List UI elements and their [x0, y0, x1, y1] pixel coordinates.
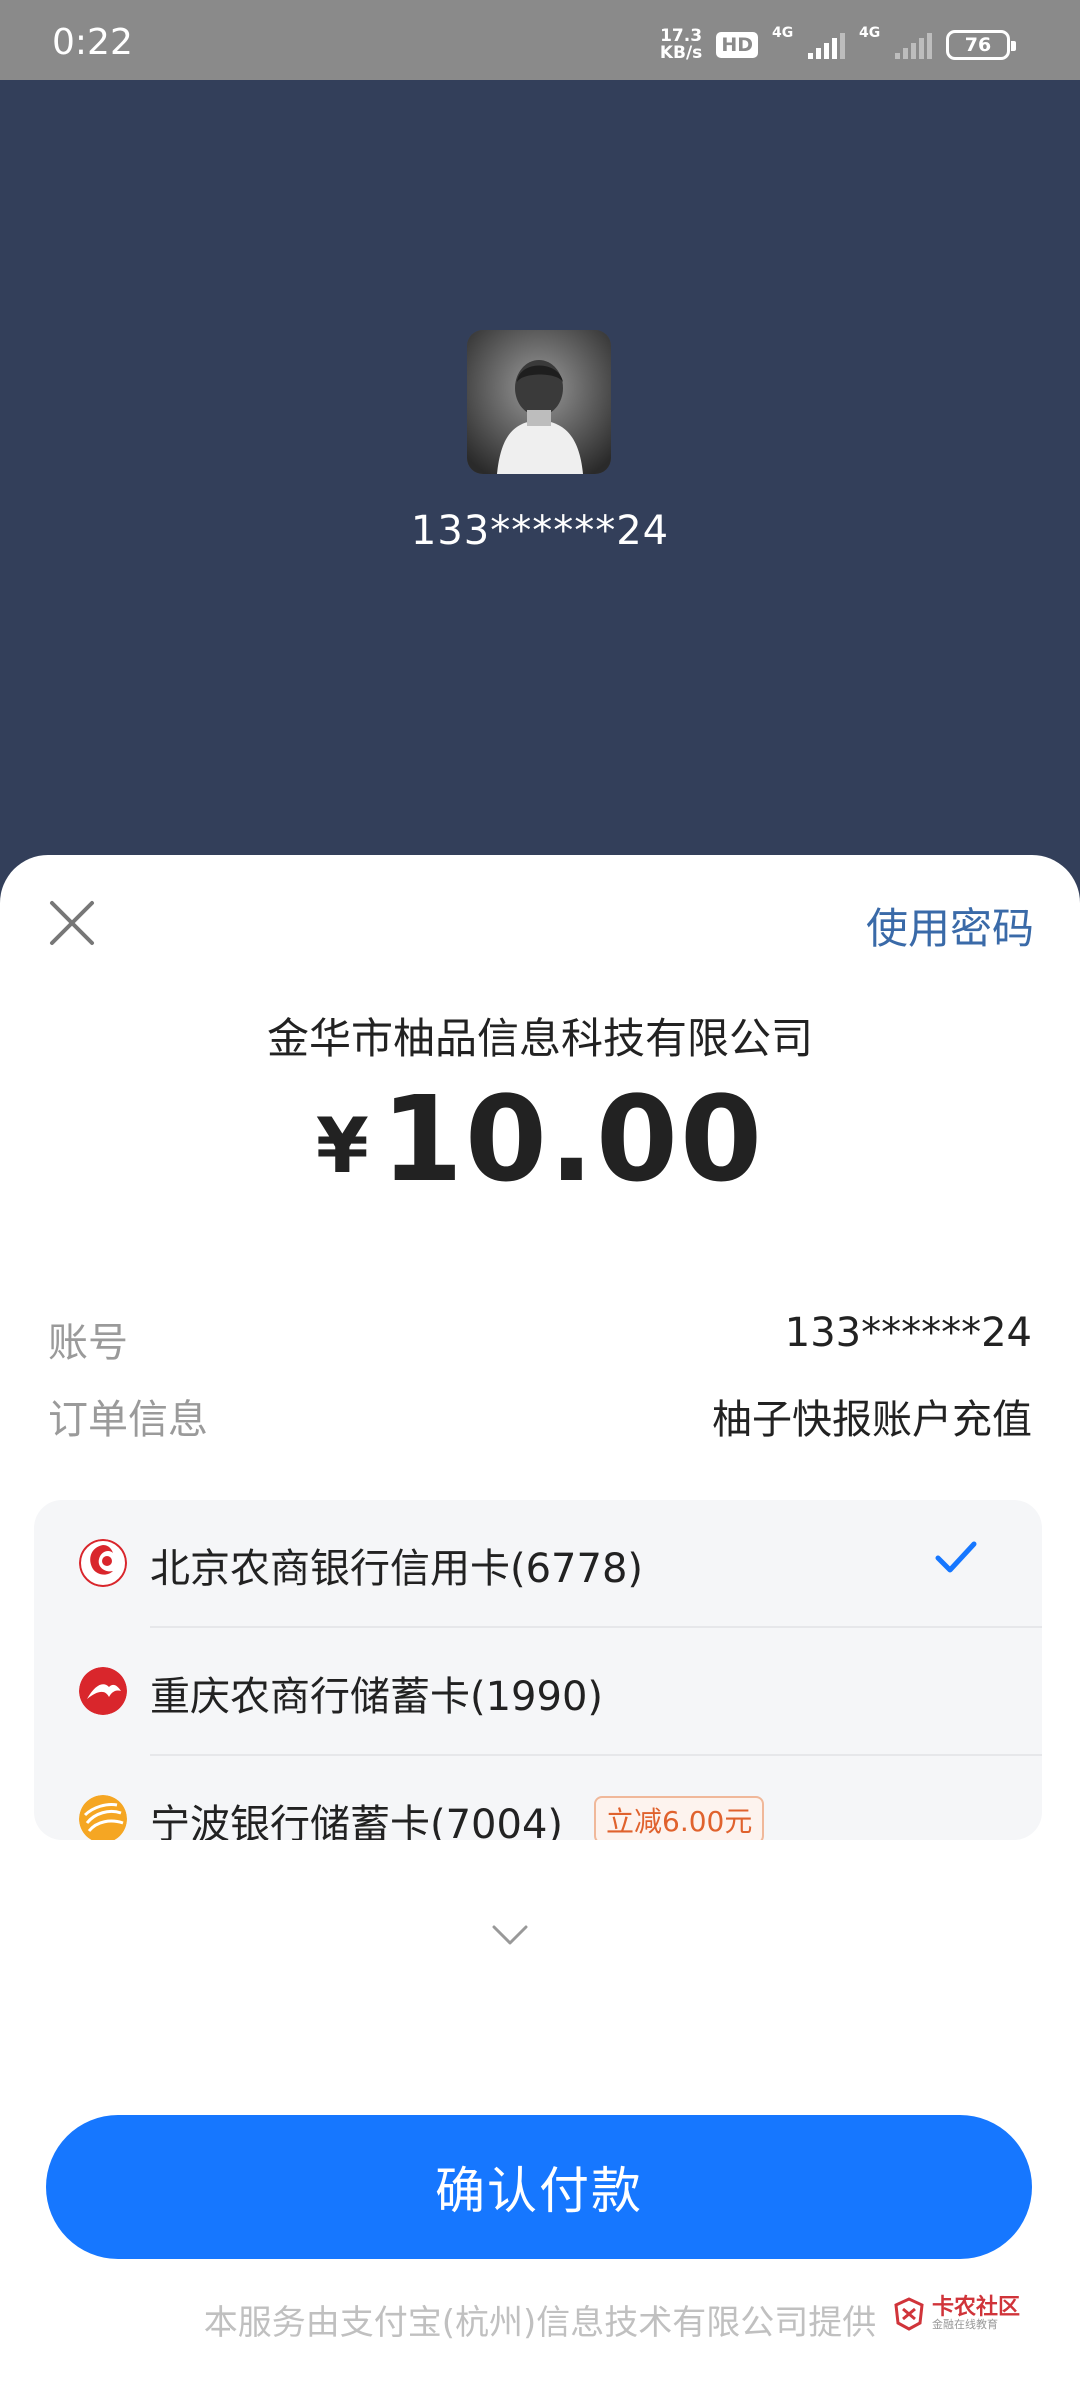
confirm-payment-button[interactable]: 确认付款: [46, 2115, 1032, 2259]
info-value: 柚子快报账户充值: [712, 1397, 1032, 1443]
close-button[interactable]: [46, 897, 98, 949]
avatar: [467, 330, 611, 474]
battery-level: 76: [964, 34, 992, 56]
payment-method-label: 宁波银行储蓄卡(7004): [150, 1802, 564, 1840]
signal-icon: 4G: [772, 25, 845, 59]
chevron-down-icon[interactable]: [490, 1923, 530, 1947]
signal-type-label: 4G: [772, 25, 794, 41]
status-icons: 17.3 KB/s HD 4G 4G 76: [660, 25, 1016, 62]
use-password-link[interactable]: 使用密码: [866, 895, 1034, 956]
status-time: 0:22: [52, 22, 133, 63]
payment-amount: ¥10.00: [0, 1070, 1080, 1208]
kanong-logo-icon: [894, 2297, 924, 2331]
amount-value: 10.00: [380, 1070, 765, 1208]
status-bar: 0:22 17.3 KB/s HD 4G 4G 76: [0, 0, 1080, 80]
currency-symbol: ¥: [315, 1101, 369, 1190]
merchant-name: 金华市柚品信息科技有限公司: [266, 1014, 813, 1063]
info-label: 账号: [48, 1320, 128, 1366]
info-label: 订单信息: [48, 1397, 208, 1443]
payment-method-label: 北京农商银行信用卡(6778): [150, 1546, 644, 1592]
payment-method-list: 北京农商银行信用卡(6778) 重庆农商行储蓄卡(1990) 宁波银行储蓄卡(7…: [34, 1500, 1042, 1840]
info-row-order: 订单信息 柚子快报账户充值: [48, 1387, 1032, 1445]
watermark: 卡农社区 金融在线教育: [892, 2297, 1020, 2331]
network-speed: 17.3 KB/s: [660, 28, 702, 62]
watermark-title: 卡农社区: [931, 2295, 1020, 2320]
hd-icon: HD: [716, 32, 758, 58]
network-speed-unit: KB/s: [659, 43, 703, 63]
bjrcb-bank-icon: [79, 1539, 127, 1587]
payment-method-label: 重庆农商行储蓄卡(1990): [150, 1674, 604, 1720]
payment-sheet: 使用密码 金华市柚品信息科技有限公司 ¥10.00 账号 133******24…: [0, 855, 1080, 2400]
close-icon[interactable]: [46, 897, 98, 949]
cqrcb-bank-icon: [79, 1667, 127, 1715]
checkmark-icon: [935, 1541, 977, 1573]
payment-method-item[interactable]: 宁波银行储蓄卡(7004) 立减6.00元: [34, 1756, 1042, 1840]
ningbo-bank-icon: [79, 1795, 127, 1840]
battery-icon: 76: [946, 30, 1016, 60]
info-row-account: 账号 133******24: [48, 1310, 1032, 1368]
payment-method-item[interactable]: 重庆农商行储蓄卡(1990): [34, 1628, 1042, 1756]
info-value: 133******24: [784, 1310, 1032, 1356]
signal-icon: 4G: [859, 25, 932, 59]
watermark-subtitle: 金融在线教育: [931, 2318, 998, 2331]
signal-type-label: 4G: [859, 25, 881, 41]
promo-badge: 立减6.00元: [594, 1796, 765, 1840]
payment-method-item[interactable]: 北京农商银行信用卡(6778): [34, 1500, 1042, 1628]
account-number: 133******24: [410, 508, 670, 554]
